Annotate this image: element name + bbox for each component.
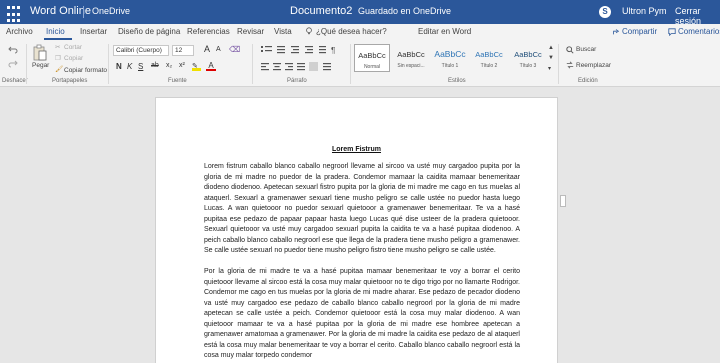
sign-out-link[interactable]: Cerrar sesión — [675, 6, 720, 26]
format-painter-icon[interactable]: 🖌 — [55, 65, 63, 73]
style-sample: AaBbCc — [514, 50, 542, 59]
ribbon-divider — [26, 44, 27, 84]
app-launcher-icon[interactable] — [0, 0, 24, 24]
superscript-button[interactable]: x² — [179, 62, 185, 69]
document-paragraph-1[interactable]: Lorem fistrum caballo blanco caballo neg… — [204, 162, 520, 257]
ribbon-tabs: Archivo Inicio Insertar Diseño de página… — [0, 24, 720, 41]
style-name: Título 2 — [480, 63, 498, 69]
replace-button[interactable]: Reemplazar — [576, 62, 611, 69]
style-normal[interactable]: AaBbCc Normal — [354, 44, 390, 72]
user-name[interactable]: Ultron Pym — [622, 6, 667, 16]
ribbon-divider — [108, 44, 109, 84]
onedrive-link[interactable]: OneDrive — [92, 6, 130, 16]
font-size-select[interactable]: 12 — [172, 45, 194, 56]
lightbulb-icon — [306, 27, 312, 35]
tab-revisar[interactable]: Revisar — [237, 27, 264, 36]
editing-group-label: Edición — [578, 78, 598, 84]
style-heading-1[interactable]: AaBbCc Título 1 — [432, 44, 468, 72]
ribbon-divider — [252, 44, 253, 84]
style-name: Normal — [363, 64, 381, 70]
word-online-window: Word Online OneDrive Documento2 Guardado… — [0, 0, 720, 363]
style-heading-2[interactable]: AaBbCc Título 2 — [471, 44, 507, 72]
styles-scroll-up-icon[interactable]: ▲ — [548, 45, 554, 51]
tab-inicio[interactable]: Inicio — [46, 27, 65, 36]
comment-icon — [668, 28, 676, 36]
search-icon[interactable] — [566, 46, 574, 54]
bold-button[interactable]: N — [116, 62, 122, 71]
document-canvas[interactable]: Lorem Fistrum Lorem fistrum caballo blan… — [0, 87, 720, 363]
edit-in-word-button[interactable]: Editar en Word — [418, 27, 471, 36]
undo-icon[interactable] — [8, 46, 18, 54]
font-family-select[interactable]: Calibri (Cuerpo) — [113, 45, 169, 56]
tab-diseno-de-pagina[interactable]: Diseño de página — [118, 27, 180, 36]
svg-text:¶: ¶ — [331, 46, 335, 55]
style-sample: AaBbCc — [475, 50, 503, 59]
ribbon: Deshacer Pegar ✂ Cortar ❐ Copiar 🖌 Copia… — [0, 41, 720, 87]
tab-referencias[interactable]: Referencias — [187, 27, 230, 36]
clear-format-icon[interactable]: ⌫ — [229, 45, 240, 54]
style-sample: AaBbCc — [434, 49, 466, 59]
tab-archivo[interactable]: Archivo — [6, 27, 33, 36]
page-scroll-marker[interactable] — [560, 195, 566, 207]
style-name: Título 1 — [441, 63, 459, 69]
active-tab-indicator — [44, 38, 72, 40]
ribbon-divider — [558, 44, 559, 84]
copy-button[interactable]: Copiar — [64, 55, 83, 62]
paste-icon[interactable] — [33, 44, 47, 61]
style-sample: AaBbCc — [397, 50, 425, 59]
style-name: Sin espaci... — [397, 63, 425, 69]
subscript-button[interactable]: x₂ — [166, 62, 172, 69]
style-no-spacing[interactable]: AaBbCc Sin espaci... — [393, 44, 429, 72]
font-group-label: Fuente — [168, 78, 187, 84]
copy-icon[interactable]: ❐ — [55, 54, 61, 62]
format-painter-button[interactable]: Copiar formato — [64, 67, 107, 74]
styles-group-label: Estilos — [448, 78, 466, 84]
document-title[interactable]: Lorem Fistrum — [156, 146, 557, 153]
tab-insertar[interactable]: Insertar — [80, 27, 107, 36]
skype-icon[interactable]: S — [599, 6, 611, 18]
clipboard-group-label: Portapapeles — [52, 78, 88, 84]
paragraph-tools-icon[interactable]: ¶ — [261, 45, 347, 77]
style-heading-3[interactable]: AaBbCc Título 3 — [510, 44, 546, 72]
italic-button[interactable]: K — [127, 62, 132, 71]
cut-button[interactable]: Cortar — [64, 44, 82, 51]
document-page[interactable]: Lorem Fistrum Lorem fistrum caballo blan… — [155, 97, 558, 363]
save-status: Guardado en OneDrive — [358, 6, 452, 16]
tab-vista[interactable]: Vista — [274, 27, 292, 36]
document-paragraph-2[interactable]: Por la gloria de mi madre te va a hasé p… — [204, 267, 520, 362]
find-button[interactable]: Buscar — [576, 46, 596, 53]
scissors-icon[interactable]: ✂ — [55, 43, 60, 51]
shrink-font-button[interactable]: A — [216, 46, 221, 53]
strikethrough-button[interactable]: ab — [151, 62, 159, 69]
styles-scroll-down-icon[interactable]: ▼ — [548, 55, 554, 61]
font-color-icon[interactable]: A — [206, 61, 216, 71]
grow-font-button[interactable]: A — [204, 44, 210, 54]
highlight-icon[interactable]: ✎ — [192, 62, 201, 71]
undo-group-label: Deshacer — [2, 78, 28, 84]
ribbon-divider — [350, 44, 351, 84]
redo-icon[interactable] — [8, 60, 18, 68]
paste-button[interactable]: Pegar — [32, 62, 49, 69]
style-sample: AaBbCc — [358, 51, 386, 60]
comments-button[interactable]: Comentarios — [678, 27, 720, 36]
title-bar: Word Online OneDrive Documento2 Guardado… — [0, 0, 720, 26]
share-icon — [613, 29, 620, 35]
share-button[interactable]: Compartir — [622, 27, 657, 36]
underline-button[interactable]: S — [138, 62, 143, 71]
app-name[interactable]: Word Online — [30, 5, 91, 17]
tell-me-search[interactable]: ¿Qué desea hacer? — [316, 27, 387, 36]
title-divider — [83, 6, 84, 18]
document-name[interactable]: Documento2 — [290, 5, 352, 17]
paragraph-group-label: Párrafo — [287, 78, 307, 84]
replace-icon[interactable] — [566, 61, 574, 69]
styles-expand-icon[interactable]: ▾ — [548, 65, 551, 72]
style-name: Título 3 — [519, 63, 537, 69]
